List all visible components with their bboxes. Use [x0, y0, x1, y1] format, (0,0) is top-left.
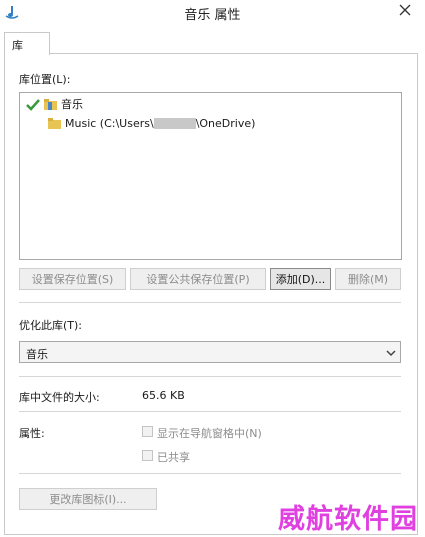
optimize-select[interactable]: 音乐 — [19, 341, 401, 363]
add-button[interactable]: 添加(D)... — [270, 268, 331, 290]
folder-icon — [48, 117, 61, 129]
chevron-down-icon — [386, 350, 396, 357]
change-library-icon-button[interactable]: 更改库图标(I)... — [19, 488, 157, 510]
music-folder-icon — [44, 98, 57, 110]
list-item[interactable]: 音乐 — [26, 96, 83, 112]
close-icon[interactable] — [393, 0, 417, 20]
attributes-label: 属性: — [19, 427, 45, 440]
remove-button[interactable]: 删除(M) — [335, 268, 401, 290]
watermark-text: 威航软件园 — [278, 504, 418, 535]
divider — [19, 376, 401, 377]
library-size-value: 65.6 KB — [142, 389, 185, 402]
window-title: 音乐 属性 — [184, 8, 241, 23]
optimize-label: 优化此库(T): — [19, 319, 83, 332]
tab-library-label: 库 — [12, 39, 23, 52]
library-locations-label: 库位置(L): — [19, 73, 71, 86]
tab-library[interactable]: 库 — [4, 32, 50, 55]
location-path-prefix: Music (C:\Users\ — [65, 116, 154, 130]
location-path-suffix: \OneDrive) — [195, 116, 256, 130]
title-bar: 音乐 属性 — [0, 0, 425, 28]
set-save-location-button[interactable]: 设置保存位置(S) — [19, 268, 126, 290]
divider — [19, 302, 401, 303]
divider — [19, 411, 401, 412]
divider — [19, 473, 401, 474]
redacted-username — [153, 117, 196, 129]
library-locations-list[interactable]: 音乐 Music (C:\Users\ \OneDrive) — [19, 92, 402, 260]
default-save-location-check-icon — [26, 98, 40, 111]
shared-checkbox[interactable] — [142, 450, 153, 461]
show-in-nav-pane-checkbox[interactable] — [142, 426, 153, 437]
list-item[interactable]: Music (C:\Users\ \OneDrive) — [48, 115, 255, 131]
location-name: 音乐 — [61, 98, 83, 111]
set-public-save-location-button[interactable]: 设置公共保存位置(P) — [130, 268, 266, 290]
shared-label: 已共享 — [157, 451, 190, 464]
library-size-label: 库中文件的大小: — [19, 391, 100, 404]
optimize-selected-value: 音乐 — [26, 348, 48, 361]
show-in-nav-pane-label: 显示在导航窗格中(N) — [157, 427, 262, 440]
